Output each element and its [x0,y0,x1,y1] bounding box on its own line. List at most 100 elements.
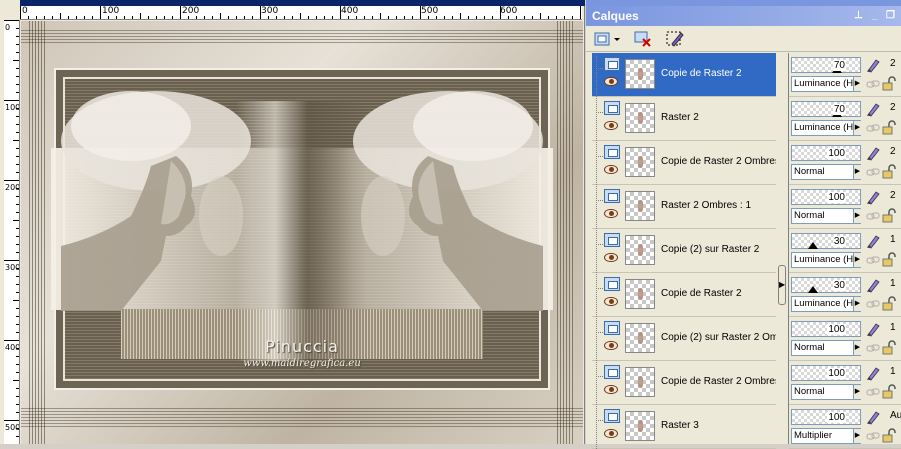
opacity-slider[interactable]: 70 [791,57,861,73]
panel-splitter-handle[interactable]: ▶ [778,265,786,305]
link-icon[interactable] [866,298,880,310]
opacity-slider[interactable]: 100 [791,365,861,381]
new-layer-button[interactable] [592,29,624,49]
ruler-tick [36,16,37,19]
ruler-tick [540,13,541,19]
opacity-slider[interactable]: 100 [791,321,861,337]
edit-selection-button[interactable] [662,29,688,49]
layer-name[interactable]: Raster 3 [660,418,776,434]
blend-mode-dropdown-arrow[interactable]: ▶ [853,77,861,91]
blend-mode-select[interactable]: Luminance (H) [791,296,861,312]
visibility-eye-icon[interactable] [604,121,618,130]
link-icon[interactable] [866,122,880,134]
visibility-eye-icon[interactable] [604,77,618,86]
opacity-slider[interactable]: 70 [791,101,861,117]
opacity-slider-thumb[interactable] [808,286,818,293]
layer-name[interactable]: Copie (2) sur Raster 2 Ombres [660,330,776,346]
lock-icon[interactable] [881,383,897,399]
layer-row[interactable]: Raster 2 Ombres : 1 [592,185,776,229]
blend-mode-dropdown-arrow[interactable]: ▶ [853,253,861,267]
layer-row[interactable]: Copie de Raster 2 Ombres [592,141,776,185]
edit-brush-icon[interactable] [865,409,881,425]
edit-brush-icon[interactable] [865,277,881,293]
blend-mode-select[interactable]: Normal [791,164,861,180]
visibility-eye-icon[interactable] [604,429,618,438]
blend-mode-dropdown-arrow[interactable]: ▶ [853,297,861,311]
layer-row[interactable]: Raster 3 [592,405,776,449]
blend-mode-dropdown-arrow[interactable]: ▶ [853,121,861,135]
link-icon[interactable] [866,166,880,178]
edit-brush-icon[interactable] [865,145,881,161]
lock-icon[interactable] [881,295,897,311]
lock-icon[interactable] [881,427,897,443]
blend-mode-dropdown-arrow[interactable]: ▶ [853,429,861,443]
lock-icon[interactable] [881,75,897,91]
thumbnail-content [638,376,643,388]
minimize-icon[interactable]: _ [868,9,881,22]
blend-mode-dropdown-arrow[interactable]: ▶ [853,209,861,223]
blend-mode-select[interactable]: Multiplier [791,428,861,444]
layer-row[interactable]: Copie de Raster 2 Ombres [592,361,776,405]
restore-icon[interactable]: ❐ [884,9,897,22]
link-icon[interactable] [866,386,880,398]
visibility-eye-icon[interactable] [604,209,618,218]
blend-mode-select[interactable]: Normal [791,340,861,356]
raster-layer-icon [604,101,620,115]
visibility-eye-icon[interactable] [604,341,618,350]
layer-name[interactable]: Copie (2) sur Raster 2 [660,242,776,258]
opacity-slider[interactable]: 30 [791,233,861,249]
lock-icon[interactable] [881,119,897,135]
link-icon[interactable] [866,210,880,222]
layer-name[interactable]: Raster 2 Ombres : 1 [660,198,776,214]
layer-name[interactable]: Copie de Raster 2 [660,286,776,302]
delete-layer-button[interactable] [630,29,656,49]
link-icon[interactable] [866,78,880,90]
blend-mode-dropdown-arrow[interactable]: ▶ [853,341,861,355]
link-icon[interactable] [866,342,880,354]
layers-panel-titlebar[interactable]: Calques ⊥ _ ❐ [586,6,901,26]
blend-mode-dropdown-arrow[interactable]: ▶ [853,385,861,399]
layer-row[interactable]: Copie (2) sur Raster 2 Ombres [592,317,776,361]
layer-name[interactable]: Copie de Raster 2 Ombres [660,154,776,170]
layer-name[interactable]: Raster 2 [660,110,776,126]
visibility-eye-icon[interactable] [604,385,618,394]
link-icon[interactable] [866,254,880,266]
link-icon[interactable] [866,430,880,442]
edit-brush-icon[interactable] [865,321,881,337]
layer-row[interactable]: Copie de Raster 2 [592,53,776,97]
blend-mode-select[interactable]: Luminance (H) [791,120,861,136]
layer-name[interactable]: Copie de Raster 2 Ombres [660,374,776,390]
opacity-slider[interactable]: 30 [791,277,861,293]
edit-brush-icon[interactable] [865,365,881,381]
ruler-tick [16,284,19,285]
lock-icon[interactable] [881,339,897,355]
lock-icon[interactable] [881,207,897,223]
opacity-slider[interactable]: 100 [791,145,861,161]
blend-mode-select[interactable]: Normal [791,208,861,224]
edit-brush-icon[interactable] [865,233,881,249]
blend-mode-select[interactable]: Normal [791,384,861,400]
blend-mode-dropdown-arrow[interactable]: ▶ [853,165,861,179]
pin-icon[interactable]: ⊥ [852,9,865,22]
opacity-slider[interactable]: 100 [791,189,861,205]
artwork-image[interactable]: Pinuccia www.maidiregrafica.eu [21,21,583,444]
edit-brush-icon[interactable] [865,189,881,205]
ruler-tick [164,16,165,19]
ruler-tick [76,16,77,19]
lock-icon[interactable] [881,251,897,267]
lock-icon[interactable] [881,163,897,179]
image-canvas-window[interactable]: 0 100 200 300 400 500 600 0 100 200 300 … [0,0,585,444]
visibility-eye-icon[interactable] [604,297,618,306]
blend-mode-select[interactable]: Luminance (H) [791,76,861,92]
layer-row[interactable]: Copie (2) sur Raster 2 [592,229,776,273]
visibility-eye-icon[interactable] [604,253,618,262]
layer-row[interactable]: Copie de Raster 2 [592,273,776,317]
edit-brush-icon[interactable] [865,57,881,73]
edit-brush-icon[interactable] [865,101,881,117]
blend-mode-select[interactable]: Luminance (H) [791,252,861,268]
visibility-eye-icon[interactable] [604,165,618,174]
layer-name[interactable]: Copie de Raster 2 [660,66,776,82]
layer-row[interactable]: Raster 2 [592,97,776,141]
opacity-slider[interactable]: 100 [791,409,861,425]
opacity-slider-thumb[interactable] [808,242,818,249]
